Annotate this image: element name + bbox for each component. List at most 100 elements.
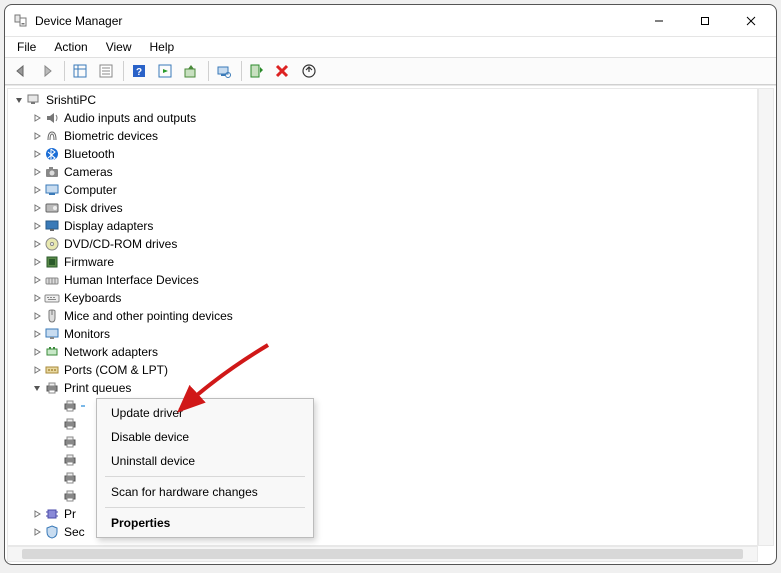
minimize-button[interactable] bbox=[636, 6, 682, 36]
tree-category[interactable]: Bluetooth bbox=[8, 145, 757, 163]
tree-root[interactable]: SrishtiPC bbox=[8, 91, 757, 109]
toolbar-separator bbox=[241, 61, 242, 81]
chevron-right-icon[interactable] bbox=[30, 309, 44, 323]
mouse-icon bbox=[44, 308, 60, 324]
chevron-right-icon[interactable] bbox=[30, 291, 44, 305]
processor-icon bbox=[44, 506, 60, 522]
tree-category[interactable]: Biometric devices bbox=[8, 127, 757, 145]
context-menu: Update driver Disable device Uninstall d… bbox=[96, 398, 314, 538]
chevron-right-icon[interactable] bbox=[30, 273, 44, 287]
context-uninstall-device[interactable]: Uninstall device bbox=[99, 449, 311, 473]
menu-file[interactable]: File bbox=[9, 38, 44, 56]
printer-icon bbox=[62, 452, 78, 468]
chevron-right-icon[interactable] bbox=[30, 219, 44, 233]
network-icon bbox=[44, 344, 60, 360]
computer-icon bbox=[44, 182, 60, 198]
chevron-right-icon bbox=[48, 435, 62, 449]
context-scan-hardware[interactable]: Scan for hardware changes bbox=[99, 480, 311, 504]
help-button[interactable]: ? bbox=[127, 59, 151, 83]
display-icon bbox=[44, 218, 60, 234]
chevron-right-icon bbox=[48, 489, 62, 503]
tree-category[interactable]: Network adapters bbox=[8, 343, 757, 361]
show-hide-tree-button[interactable] bbox=[68, 59, 92, 83]
chevron-right-icon bbox=[48, 399, 62, 413]
tree-category[interactable]: Audio inputs and outputs bbox=[8, 109, 757, 127]
chevron-right-icon bbox=[48, 471, 62, 485]
chevron-right-icon[interactable] bbox=[30, 111, 44, 125]
context-update-driver[interactable]: Update driver bbox=[99, 401, 311, 425]
chevron-right-icon[interactable] bbox=[30, 165, 44, 179]
forward-button[interactable] bbox=[35, 59, 59, 83]
printer-icon bbox=[62, 416, 78, 432]
action-button[interactable] bbox=[153, 59, 177, 83]
back-button[interactable] bbox=[9, 59, 33, 83]
tree-category[interactable]: Ports (COM & LPT) bbox=[8, 361, 757, 379]
context-disable-device[interactable]: Disable device bbox=[99, 425, 311, 449]
tree-category[interactable]: Monitors bbox=[8, 325, 757, 343]
tree-category[interactable]: Print queues bbox=[8, 379, 757, 397]
context-menu-separator bbox=[105, 507, 305, 508]
tree-category[interactable]: Firmware bbox=[8, 253, 757, 271]
menu-view[interactable]: View bbox=[98, 38, 140, 56]
tree-category[interactable]: Display adapters bbox=[8, 217, 757, 235]
titlebar: Device Manager bbox=[5, 5, 776, 37]
firmware-icon bbox=[44, 254, 60, 270]
horizontal-scrollbar[interactable] bbox=[7, 546, 758, 562]
tree-node-label: Print queues bbox=[64, 381, 131, 395]
menu-help[interactable]: Help bbox=[142, 38, 183, 56]
tree-category[interactable]: Human Interface Devices bbox=[8, 271, 757, 289]
tree-category[interactable]: Mice and other pointing devices bbox=[8, 307, 757, 325]
maximize-button[interactable] bbox=[682, 6, 728, 36]
tree-node-label: Ports (COM & LPT) bbox=[64, 363, 168, 377]
chevron-right-icon[interactable] bbox=[30, 363, 44, 377]
tree-node-label: Human Interface Devices bbox=[64, 273, 199, 287]
chevron-right-icon[interactable] bbox=[30, 525, 44, 539]
chevron-down-icon[interactable] bbox=[30, 381, 44, 395]
tree-category[interactable]: Computer bbox=[8, 181, 757, 199]
uninstall-device-button[interactable] bbox=[297, 59, 321, 83]
chevron-right-icon[interactable] bbox=[30, 201, 44, 215]
keyboard-icon bbox=[44, 290, 60, 306]
tree-node-label: Biometric devices bbox=[64, 129, 158, 143]
tree-category[interactable]: Disk drives bbox=[8, 199, 757, 217]
chevron-right-icon[interactable] bbox=[30, 183, 44, 197]
scrollbar-thumb[interactable] bbox=[22, 549, 743, 559]
properties-button[interactable] bbox=[94, 59, 118, 83]
audio-icon bbox=[44, 110, 60, 126]
svg-text:?: ? bbox=[136, 67, 142, 78]
close-button[interactable] bbox=[728, 6, 774, 36]
enable-device-button[interactable] bbox=[245, 59, 269, 83]
disable-device-button[interactable] bbox=[271, 59, 295, 83]
scan-hardware-button[interactable] bbox=[212, 59, 236, 83]
chevron-right-icon[interactable] bbox=[30, 345, 44, 359]
tree-category[interactable]: Cameras bbox=[8, 163, 757, 181]
dvd-icon bbox=[44, 236, 60, 252]
tree-node-label: Computer bbox=[64, 183, 117, 197]
printer-icon bbox=[44, 380, 60, 396]
chevron-right-icon[interactable] bbox=[30, 129, 44, 143]
tree-node-label: Network adapters bbox=[64, 345, 158, 359]
chevron-right-icon[interactable] bbox=[30, 147, 44, 161]
camera-icon bbox=[44, 164, 60, 180]
context-menu-separator bbox=[105, 476, 305, 477]
context-properties[interactable]: Properties bbox=[99, 511, 311, 535]
toolbar-separator bbox=[208, 61, 209, 81]
chevron-right-icon[interactable] bbox=[30, 327, 44, 341]
tree-category[interactable]: Keyboards bbox=[8, 289, 757, 307]
tree-category[interactable]: DVD/CD-ROM drives bbox=[8, 235, 757, 253]
update-driver-button[interactable] bbox=[179, 59, 203, 83]
bluetooth-icon bbox=[44, 146, 60, 162]
chevron-right-icon[interactable] bbox=[30, 507, 44, 521]
chevron-right-icon[interactable] bbox=[30, 237, 44, 251]
printer-icon bbox=[62, 398, 78, 414]
chevron-right-icon[interactable] bbox=[30, 255, 44, 269]
menu-action[interactable]: Action bbox=[46, 38, 95, 56]
toolbar-separator bbox=[123, 61, 124, 81]
tree-node-label: Cameras bbox=[64, 165, 113, 179]
chevron-down-icon[interactable] bbox=[12, 93, 26, 107]
hid-icon bbox=[44, 272, 60, 288]
printer-icon bbox=[62, 488, 78, 504]
tree-node-label: Mice and other pointing devices bbox=[64, 309, 233, 323]
toolbar-separator bbox=[64, 61, 65, 81]
vertical-scrollbar[interactable] bbox=[758, 88, 774, 546]
